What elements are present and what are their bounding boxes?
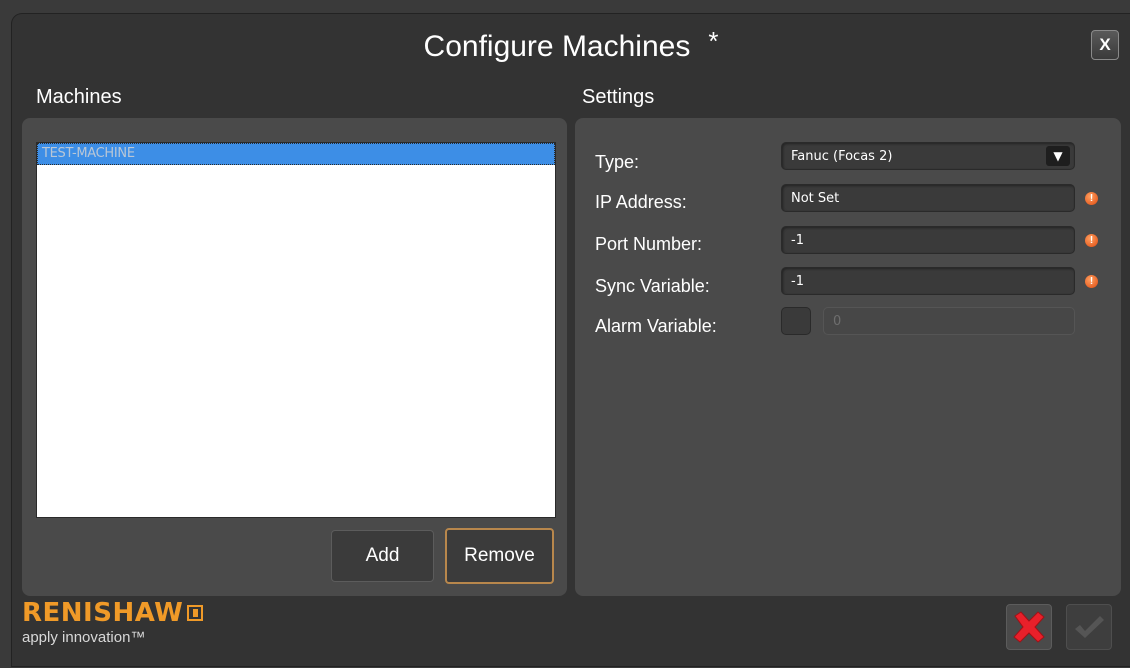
settings-heading: Settings	[582, 86, 655, 108]
alarm-variable-field: 0	[823, 307, 1075, 335]
alarm-variable-checkbox[interactable]	[781, 307, 811, 335]
dialog-title-text: Configure Machines	[423, 30, 691, 63]
brand-mark-icon	[187, 605, 204, 621]
close-icon: X	[1099, 35, 1111, 54]
checkmark-icon	[1075, 616, 1104, 638]
cancel-button[interactable]	[1006, 604, 1052, 650]
machines-list[interactable]: TEST-MACHINE	[36, 142, 556, 518]
machines-panel: TEST-MACHINE Add Remove	[22, 118, 567, 596]
confirm-button	[1066, 604, 1112, 650]
renishaw-logo: RENISHAW apply innovation™	[22, 598, 204, 646]
dialog-title: Configure Machines *	[12, 26, 1130, 64]
configure-machines-dialog: Configure Machines * X Machines Settings …	[12, 14, 1130, 666]
ip-address-label: IP Address:	[595, 192, 687, 212]
add-button[interactable]: Add	[331, 530, 434, 582]
warning-icon: !	[1085, 275, 1098, 288]
port-number-field[interactable]: -1	[781, 226, 1075, 254]
list-item-machine[interactable]: TEST-MACHINE	[37, 143, 555, 165]
settings-panel: Type: Fanuc (Focas 2) ▼ IP Address: Not …	[575, 118, 1121, 596]
red-x-icon	[1013, 611, 1045, 643]
ip-address-field[interactable]: Not Set	[781, 184, 1075, 212]
alarm-variable-label: Alarm Variable:	[595, 316, 717, 336]
remove-button[interactable]: Remove	[445, 528, 554, 584]
machines-heading: Machines	[36, 86, 122, 108]
port-number-label: Port Number:	[595, 234, 703, 254]
warning-icon: !	[1085, 192, 1098, 205]
sync-variable-label: Sync Variable:	[595, 276, 710, 296]
close-button[interactable]: X	[1091, 30, 1119, 60]
sync-variable-field[interactable]: -1	[781, 267, 1075, 295]
brand-tagline: apply innovation™	[22, 629, 146, 646]
modified-marker: *	[708, 26, 719, 56]
brand-name: RENISHAW	[22, 598, 204, 628]
type-select[interactable]: Fanuc (Focas 2) ▼	[781, 142, 1075, 170]
warning-icon: !	[1085, 234, 1098, 247]
chevron-down-icon[interactable]: ▼	[1046, 146, 1070, 166]
type-select-value: Fanuc (Focas 2)	[791, 149, 893, 164]
brand-text: RENISHAW	[22, 598, 184, 628]
type-label: Type:	[595, 152, 640, 172]
